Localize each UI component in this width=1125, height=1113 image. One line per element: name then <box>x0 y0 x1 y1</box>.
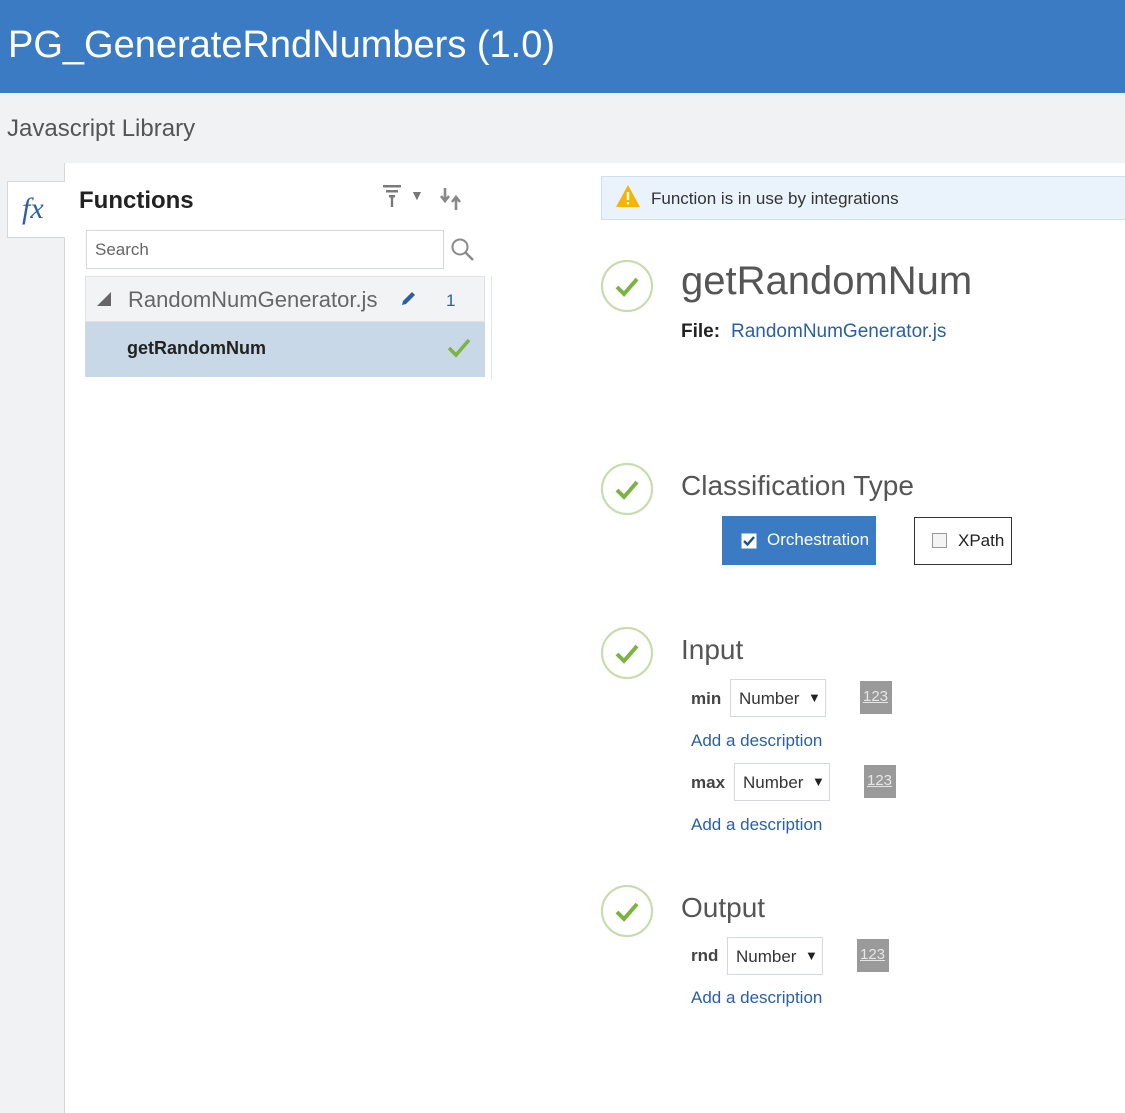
edit-pencil-icon[interactable] <box>399 290 417 313</box>
tree-file-name: RandomNumGenerator.js <box>128 287 378 312</box>
add-description-link[interactable]: Add a description <box>691 731 822 751</box>
function-valid-icon <box>600 259 654 313</box>
warning-text: Function is in use by integrations <box>651 189 899 208</box>
functions-heading: Functions <box>79 187 194 214</box>
number-type-icon: 123 <box>860 681 892 714</box>
input-valid-icon <box>600 626 654 680</box>
orchestration-label: Orchestration <box>767 530 870 549</box>
function-count-badge: 1 <box>446 291 456 310</box>
param-type-select[interactable]: Number ▼ <box>730 679 826 717</box>
sort-icon[interactable] <box>439 186 464 217</box>
warning-icon <box>615 184 641 213</box>
valid-check-icon <box>447 336 471 365</box>
filter-icon[interactable] <box>382 184 402 213</box>
param-name: min <box>691 689 722 708</box>
add-description-link[interactable]: Add a description <box>691 988 822 1008</box>
tree-file-item[interactable]: RandomNumGenerator.js 1 <box>85 276 485 322</box>
search-input[interactable] <box>87 231 443 268</box>
title-bar: PG_GenerateRndNumbers (1.0) <box>0 0 1125 93</box>
param-type-value: Number <box>743 773 804 792</box>
sub-header: Javascript Library <box>0 93 1125 163</box>
panel-divider <box>491 276 492 379</box>
param-type-select[interactable]: Number ▼ <box>734 763 830 801</box>
library-type-label: Javascript Library <box>7 115 196 142</box>
usage-warning-banner: Function is in use by integrations <box>601 176 1125 220</box>
file-label: File: <box>681 321 721 342</box>
function-name-heading: getRandomNum <box>681 259 973 303</box>
filter-dropdown-icon[interactable]: ▼ <box>410 187 424 203</box>
functions-tab[interactable]: fx <box>7 181 65 238</box>
dropdown-arrow-icon: ▼ <box>805 948 818 963</box>
classification-valid-icon <box>600 462 654 516</box>
collapse-triangle-icon[interactable] <box>96 291 112 312</box>
number-type-icon: 123 <box>857 939 889 972</box>
add-description-link[interactable]: Add a description <box>691 815 822 835</box>
tree-function-item[interactable]: getRandomNum <box>85 322 485 377</box>
unchecked-box-icon <box>932 533 947 548</box>
number-type-icon: 123 <box>864 765 896 798</box>
function-icon: fx <box>22 192 44 225</box>
param-type-value: Number <box>739 689 800 708</box>
search-icon[interactable] <box>450 237 476 268</box>
checked-box-icon <box>741 533 757 554</box>
input-heading: Input <box>681 634 744 665</box>
param-type-select[interactable]: Number ▼ <box>727 937 823 975</box>
xpath-toggle[interactable]: XPath <box>914 517 1012 565</box>
dropdown-arrow-icon: ▼ <box>808 690 821 705</box>
search-field[interactable] <box>86 230 444 269</box>
classification-heading: Classification Type <box>681 470 914 501</box>
file-link[interactable]: RandomNumGenerator.js <box>731 321 946 343</box>
orchestration-toggle[interactable]: Orchestration <box>722 516 876 565</box>
function-tree: RandomNumGenerator.js 1 getRandomNum <box>85 276 485 377</box>
page-title: PG_GenerateRndNumbers (1.0) <box>8 24 556 66</box>
dropdown-arrow-icon: ▼ <box>812 774 825 789</box>
output-heading: Output <box>681 892 766 923</box>
param-type-value: Number <box>736 947 797 966</box>
param-name: max <box>691 773 726 792</box>
output-valid-icon <box>600 884 654 938</box>
xpath-label: XPath <box>958 531 1005 550</box>
tree-function-name: getRandomNum <box>127 338 266 358</box>
param-name: rnd <box>691 946 719 965</box>
